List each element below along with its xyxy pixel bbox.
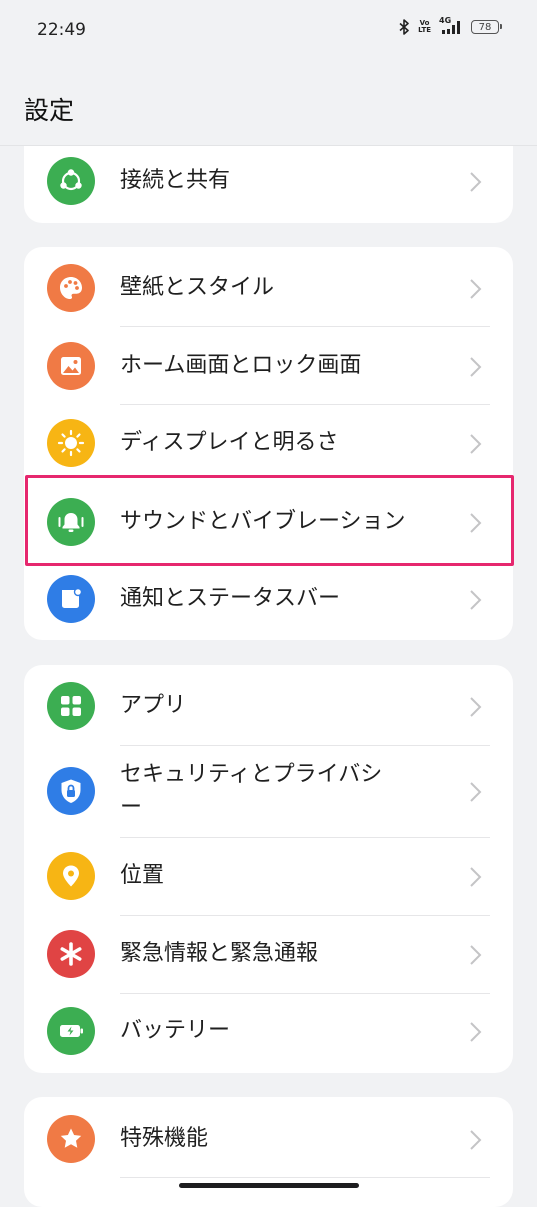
chevron-right-icon bbox=[470, 172, 482, 192]
settings-item-label: 特殊機能 bbox=[120, 1126, 209, 1151]
chevron-right-icon bbox=[470, 279, 482, 299]
signal-icon: 4G bbox=[439, 16, 463, 35]
settings-item-location[interactable]: 位置 bbox=[24, 838, 513, 916]
chevron-right-icon bbox=[470, 1022, 482, 1042]
settings-item-label: ホーム画面とロック画面 bbox=[120, 353, 362, 378]
chevron-right-icon bbox=[470, 945, 482, 965]
settings-item-label: ディスプレイと明るさ bbox=[120, 430, 339, 455]
settings-item-notifications-status-bar[interactable]: 通知とステータスバー bbox=[24, 561, 513, 640]
highlight-box bbox=[25, 475, 514, 566]
bluetooth-icon bbox=[399, 19, 410, 35]
settings-item-label: 緊急情報と緊急通報 bbox=[120, 941, 319, 966]
settings-item-battery[interactable]: バッテリー bbox=[24, 994, 513, 1073]
settings-item-label: セキュリティとプライバシ bbox=[120, 762, 383, 787]
chevron-right-icon bbox=[470, 1130, 482, 1150]
status-icons: Vo LTE 4G 78 bbox=[399, 16, 502, 35]
notification-icon bbox=[47, 575, 95, 623]
settings-group-connectivity: 接続と共有 bbox=[24, 146, 513, 223]
chevron-right-icon bbox=[470, 697, 482, 717]
settings-item-connection-sharing[interactable]: 接続と共有 bbox=[24, 146, 513, 223]
settings-item-wallpaper-style[interactable]: 壁紙とスタイル bbox=[24, 247, 513, 326]
volte-icon: Vo LTE bbox=[418, 19, 431, 34]
palette-icon bbox=[47, 264, 95, 312]
chevron-right-icon bbox=[470, 357, 482, 377]
settings-item-security-privacy[interactable]: セキュリティとプライバシ ー bbox=[24, 746, 513, 838]
settings-item-label: バッテリー bbox=[120, 1018, 231, 1043]
battery-status-icon: 78 bbox=[471, 20, 502, 34]
settings-item-label: アプリ bbox=[120, 693, 187, 718]
status-bar: 22:49 Vo LTE 4G 78 bbox=[0, 0, 537, 62]
apps-grid-icon bbox=[47, 682, 95, 730]
battery-icon bbox=[47, 1007, 95, 1055]
page-title: 設定 bbox=[24, 96, 75, 125]
settings-item-label-continued: ー bbox=[120, 795, 143, 820]
sun-icon bbox=[47, 419, 95, 467]
home-indicator[interactable] bbox=[179, 1183, 359, 1188]
share-icon bbox=[47, 157, 95, 205]
location-pin-icon bbox=[47, 852, 95, 900]
settings-item-display-brightness[interactable]: ディスプレイと明るさ bbox=[24, 405, 513, 483]
divider bbox=[120, 1177, 490, 1178]
chevron-right-icon bbox=[470, 782, 482, 802]
chevron-right-icon bbox=[470, 867, 482, 887]
settings-item-label: 位置 bbox=[120, 863, 165, 888]
settings-item-special-features[interactable]: 特殊機能 bbox=[24, 1097, 513, 1177]
status-time: 22:49 bbox=[37, 20, 86, 40]
settings-group-features: 特殊機能 bbox=[24, 1097, 513, 1207]
settings-group-system: アプリ セキュリティとプライバシ ー 位置 緊急情報と緊急通報 バッテリー bbox=[24, 665, 513, 1073]
chevron-right-icon bbox=[470, 434, 482, 454]
settings-item-label: 壁紙とスタイル bbox=[120, 275, 275, 300]
image-icon bbox=[47, 342, 95, 390]
asterisk-icon bbox=[47, 930, 95, 978]
settings-item-label: 接続と共有 bbox=[120, 168, 231, 193]
settings-group-personalization: 壁紙とスタイル ホーム画面とロック画面 ディスプレイと明るさ サウンドとバイブレ… bbox=[24, 247, 513, 640]
settings-item-home-lock-screen[interactable]: ホーム画面とロック画面 bbox=[24, 327, 513, 405]
shield-lock-icon bbox=[47, 767, 95, 815]
settings-item-apps[interactable]: アプリ bbox=[24, 665, 513, 745]
settings-item-label: 通知とステータスバー bbox=[120, 586, 341, 611]
settings-item-emergency[interactable]: 緊急情報と緊急通報 bbox=[24, 916, 513, 994]
chevron-right-icon bbox=[470, 590, 482, 610]
star-icon bbox=[47, 1115, 95, 1163]
